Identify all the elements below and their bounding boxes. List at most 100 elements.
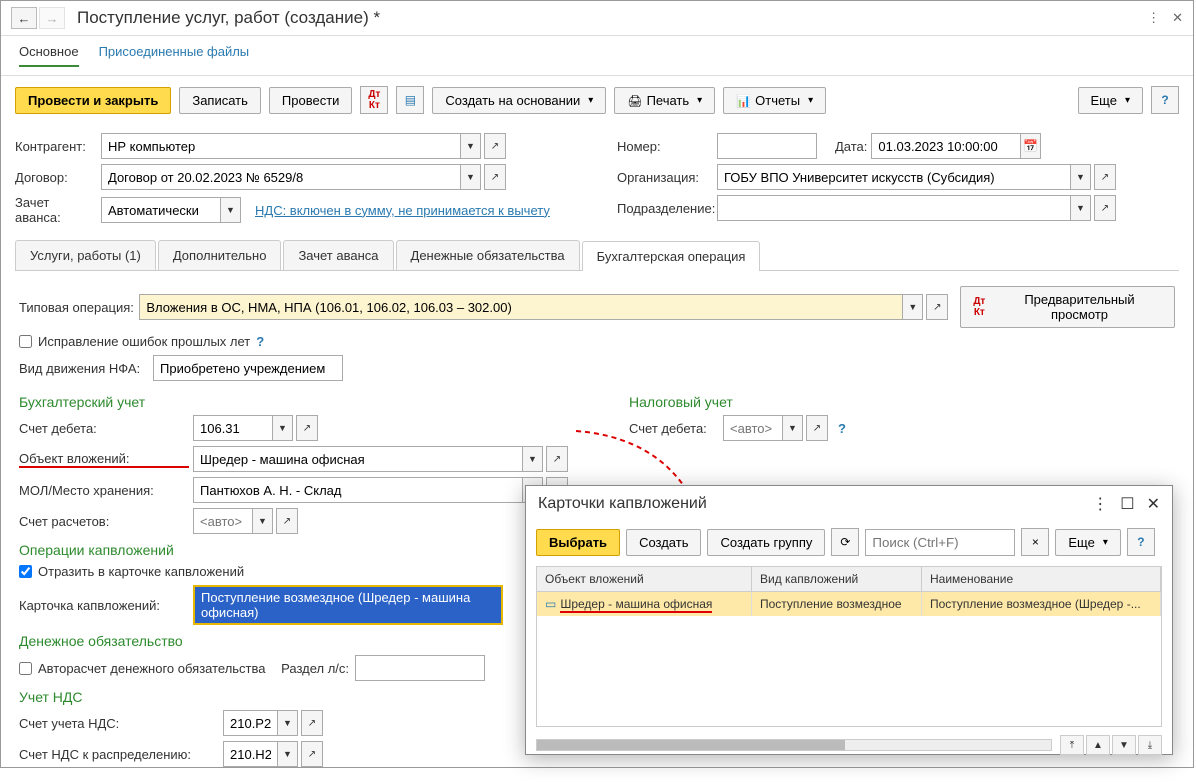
debit-dropdown[interactable]: ▼ — [273, 415, 293, 441]
popup-scrollbar[interactable] — [536, 739, 1052, 751]
object-input[interactable] — [193, 446, 523, 472]
popup-refresh-button[interactable]: ⟳ — [831, 528, 859, 556]
window-title: Поступление услуг, работ (создание) * — [77, 8, 1147, 28]
object-dropdown[interactable]: ▼ — [523, 446, 543, 472]
date-picker[interactable] — [1021, 133, 1041, 159]
item-icon: ▭ — [545, 597, 556, 611]
vat-dist-input[interactable] — [223, 741, 278, 767]
debit-input[interactable] — [193, 415, 273, 441]
tax-debit-dropdown[interactable]: ▼ — [783, 415, 803, 441]
nfa-label: Вид движения НФА: — [19, 361, 149, 376]
popup-row-type: Поступление возмездное — [752, 592, 922, 616]
dept-open[interactable]: ↗ — [1094, 195, 1116, 221]
tab-main[interactable]: Основное — [19, 44, 79, 67]
settlement-open[interactable]: ↗ — [276, 508, 298, 534]
tab-obligations[interactable]: Денежные обязательства — [396, 240, 580, 270]
save-button[interactable]: Записать — [179, 87, 261, 114]
card-field[interactable]: Поступление возмездное (Шредер - машина … — [193, 585, 503, 625]
vat-account-open[interactable]: ↗ — [301, 710, 323, 736]
popup-close-icon[interactable]: ✕ — [1147, 494, 1160, 514]
dept-input[interactable] — [717, 195, 1071, 221]
advance-input[interactable] — [101, 197, 221, 223]
tab-bookkeeping[interactable]: Бухгалтерская операция — [582, 241, 761, 271]
popup-search-input[interactable] — [865, 529, 1015, 556]
vat-dist-open[interactable]: ↗ — [301, 741, 323, 767]
tab-additional[interactable]: Дополнительно — [158, 240, 282, 270]
contractor-input[interactable] — [101, 133, 461, 159]
typical-input[interactable] — [139, 294, 903, 320]
popup-col-object[interactable]: Объект вложений — [537, 567, 752, 591]
preview-button[interactable]: ДтКт Предварительный просмотр — [960, 286, 1175, 328]
popup-menu-icon[interactable]: ⋮ — [1092, 494, 1108, 514]
vat-account-label: Счет учета НДС: — [19, 716, 219, 731]
settlement-input[interactable] — [193, 508, 253, 534]
contractor-open[interactable]: ↗ — [484, 133, 506, 159]
nav-down[interactable]: ▼ — [1112, 735, 1136, 755]
nfa-input[interactable] — [153, 355, 343, 381]
nav-last[interactable]: ⤓ — [1138, 735, 1162, 755]
reports-button[interactable]: Отчеты — [723, 87, 826, 114]
close-icon[interactable]: ✕ — [1172, 10, 1183, 26]
mol-input[interactable] — [193, 477, 523, 503]
contract-open[interactable]: ↗ — [484, 164, 506, 190]
nav-up[interactable]: ▲ — [1086, 735, 1110, 755]
forward-button[interactable]: → — [39, 7, 65, 29]
popup-col-name[interactable]: Наименование — [922, 567, 1161, 591]
menu-icon[interactable]: ⋮ — [1147, 10, 1160, 26]
post-button[interactable]: Провести — [269, 87, 353, 114]
tax-debit-open[interactable]: ↗ — [806, 415, 828, 441]
dept-dropdown[interactable]: ▼ — [1071, 195, 1091, 221]
tab-files[interactable]: Присоединенные файлы — [99, 44, 250, 67]
settlement-dropdown[interactable]: ▼ — [253, 508, 273, 534]
date-input[interactable] — [871, 133, 1021, 159]
help-button[interactable]: ? — [1151, 86, 1179, 114]
org-open[interactable]: ↗ — [1094, 164, 1116, 190]
errors-help[interactable]: ? — [256, 334, 264, 349]
reflect-checkbox[interactable] — [19, 565, 32, 578]
tab-advance[interactable]: Зачет аванса — [283, 240, 393, 270]
popup-help-button[interactable]: ? — [1127, 528, 1155, 556]
tax-help[interactable]: ? — [838, 421, 846, 436]
tab-services[interactable]: Услуги, работы (1) — [15, 240, 156, 270]
vat-link[interactable]: НДС: включен в сумму, не принимается к в… — [255, 203, 550, 218]
contract-dropdown[interactable]: ▼ — [461, 164, 481, 190]
number-input[interactable] — [717, 133, 817, 159]
section-input[interactable] — [355, 655, 485, 681]
back-button[interactable]: ← — [11, 7, 37, 29]
vat-account-dropdown[interactable]: ▼ — [278, 710, 298, 736]
list-button[interactable] — [396, 86, 424, 114]
popup-create-button[interactable]: Создать — [626, 529, 701, 556]
more-button[interactable]: Еще — [1078, 87, 1143, 114]
org-dropdown[interactable]: ▼ — [1071, 164, 1091, 190]
contractor-dropdown[interactable]: ▼ — [461, 133, 481, 159]
dk-button[interactable]: ДтКт — [360, 86, 388, 114]
popup-select-button[interactable]: Выбрать — [536, 529, 620, 556]
post-close-button[interactable]: Провести и закрыть — [15, 87, 171, 114]
popup-row[interactable]: ▭Шредер - машина офисная Поступление воз… — [537, 592, 1161, 616]
accounting-title: Бухгалтерский учет — [19, 394, 589, 410]
section-label: Раздел л/с: — [281, 661, 349, 676]
capops-title: Операции капвложений — [19, 542, 589, 558]
debit-open[interactable]: ↗ — [296, 415, 318, 441]
debit-label: Счет дебета: — [19, 421, 189, 436]
popup-create-group-button[interactable]: Создать группу — [707, 529, 825, 556]
autocalc-checkbox[interactable] — [19, 662, 32, 675]
object-open[interactable]: ↗ — [546, 446, 568, 472]
popup-search-clear[interactable]: × — [1021, 528, 1049, 556]
nav-first[interactable]: ⤒ — [1060, 735, 1084, 755]
errors-checkbox[interactable] — [19, 335, 32, 348]
tax-debit-input[interactable] — [723, 415, 783, 441]
create-based-button[interactable]: Создать на основании — [432, 87, 606, 114]
popup-maximize-icon[interactable]: ☐ — [1120, 494, 1134, 514]
vat-account-input[interactable] — [223, 710, 278, 736]
contract-input[interactable] — [101, 164, 461, 190]
print-button[interactable]: Печать — [614, 87, 715, 114]
popup-more-button[interactable]: Еще — [1055, 529, 1120, 556]
advance-dropdown[interactable]: ▼ — [221, 197, 241, 223]
vat-dist-dropdown[interactable]: ▼ — [278, 741, 298, 767]
popup-col-type[interactable]: Вид капвложений — [752, 567, 922, 591]
org-input[interactable] — [717, 164, 1071, 190]
typical-dropdown[interactable]: ▼ — [903, 294, 923, 320]
vat-title: Учет НДС — [19, 689, 589, 705]
typical-open[interactable]: ↗ — [926, 294, 948, 320]
